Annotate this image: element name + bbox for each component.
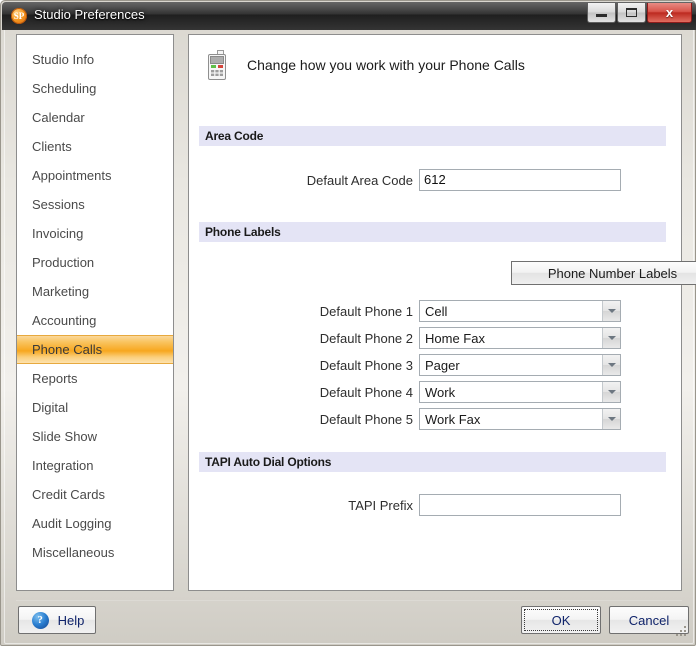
preferences-category-list: Studio Info Scheduling Calendar Clients Appo…	[16, 34, 174, 591]
chevron-down-glyph	[607, 363, 616, 367]
app-logo-icon: SP	[11, 8, 27, 24]
field-row-default-phone-5: Default Phone 5 Work Fax	[249, 408, 621, 430]
default-phone-1-label: Default Phone 1	[319, 303, 413, 319]
sidebar-item-scheduling[interactable]: Scheduling	[17, 74, 173, 103]
sidebar-item-sessions[interactable]: Sessions	[17, 190, 173, 219]
ok-button[interactable]: OK	[521, 606, 601, 634]
chevron-down-icon[interactable]	[602, 355, 620, 375]
default-phone-3-label: Default Phone 3	[319, 357, 413, 373]
footer-divider	[16, 600, 682, 601]
default-area-code-input[interactable]: 612	[419, 169, 621, 191]
field-row-default-phone-4: Default Phone 4 Work	[249, 381, 621, 403]
ok-button-label: OK	[551, 612, 571, 628]
preferences-content-panel: Change how you work with your Phone Call…	[188, 34, 696, 591]
default-phone-2-value: Home Fax	[425, 330, 485, 346]
window-controls: x	[587, 3, 692, 23]
chevron-down-icon[interactable]	[602, 409, 620, 429]
sidebar-item-invoicing[interactable]: Invoicing	[17, 219, 173, 248]
sidebar-item-miscellaneous[interactable]: Miscellaneous	[17, 538, 173, 567]
maximize-button[interactable]	[617, 3, 646, 23]
dialog-client-area: Studio Info Scheduling Calendar Clients Appo…	[8, 30, 696, 640]
title-bar[interactable]: SP Studio Preferences x	[2, 2, 696, 30]
default-phone-2-label: Default Phone 2	[319, 330, 413, 346]
phone-number-labels-button[interactable]: Phone Number Labels	[511, 261, 696, 285]
default-area-code-label: Default Area Code	[306, 172, 413, 188]
default-phone-2-dropdown[interactable]: Home Fax	[419, 327, 621, 349]
default-phone-3-value: Pager	[425, 357, 460, 373]
tapi-prefix-input[interactable]	[419, 494, 621, 516]
help-button-label: Help	[57, 612, 85, 628]
field-row-default-phone-1: Default Phone 1 Cell	[249, 300, 621, 322]
minimize-icon	[596, 14, 607, 17]
sidebar-item-phone-calls[interactable]: Phone Calls	[17, 335, 173, 364]
sidebar-item-slide-show[interactable]: Slide Show	[17, 422, 173, 451]
chevron-down-glyph	[607, 390, 616, 394]
default-phone-4-label: Default Phone 4	[319, 384, 413, 400]
sidebar-item-credit-cards[interactable]: Credit Cards	[17, 480, 173, 509]
sidebar-item-digital[interactable]: Digital	[17, 393, 173, 422]
section-header-tapi-auto-dial: TAPI Auto Dial Options	[199, 452, 666, 472]
field-row-tapi-prefix: TAPI Prefix	[249, 494, 621, 516]
default-phone-3-dropdown[interactable]: Pager	[419, 354, 621, 376]
field-row-default-phone-2: Default Phone 2 Home Fax	[249, 327, 621, 349]
default-phone-1-dropdown[interactable]: Cell	[419, 300, 621, 322]
sidebar-item-calendar[interactable]: Calendar	[17, 103, 173, 132]
sidebar-item-clients[interactable]: Clients	[17, 132, 173, 161]
sidebar-item-marketing[interactable]: Marketing	[17, 277, 173, 306]
cancel-button-label: Cancel	[628, 612, 670, 628]
minimize-button[interactable]	[587, 3, 616, 23]
chevron-down-glyph	[607, 417, 616, 421]
default-phone-5-label: Default Phone 5	[319, 411, 413, 427]
resize-grip[interactable]	[673, 623, 686, 636]
field-row-default-phone-3: Default Phone 3 Pager	[249, 354, 621, 376]
close-icon: x	[665, 5, 674, 20]
default-phone-1-value: Cell	[425, 303, 448, 319]
help-question-icon: ?	[31, 611, 49, 629]
chevron-down-icon[interactable]	[602, 382, 620, 402]
sidebar-item-accounting[interactable]: Accounting	[17, 306, 173, 335]
chevron-down-icon[interactable]	[602, 328, 620, 348]
sidebar-item-studio-info[interactable]: Studio Info	[17, 45, 173, 74]
default-phone-5-dropdown[interactable]: Work Fax	[419, 408, 621, 430]
nav-list: Studio Info Scheduling Calendar Clients Appo…	[17, 45, 173, 567]
page-header: Change how you work with your Phone Call…	[206, 49, 525, 81]
section-header-area-code: Area Code	[199, 126, 666, 146]
default-phone-5-value: Work Fax	[425, 411, 481, 427]
chevron-down-glyph	[607, 309, 616, 313]
sidebar-item-production[interactable]: Production	[17, 248, 173, 277]
default-phone-4-dropdown[interactable]: Work	[419, 381, 621, 403]
studio-preferences-window: SP Studio Preferences x Studio Info Sched…	[0, 0, 696, 646]
sidebar-item-audit-logging[interactable]: Audit Logging	[17, 509, 173, 538]
window-title: Studio Preferences	[34, 7, 145, 22]
close-button[interactable]: x	[647, 3, 692, 23]
maximize-icon	[626, 8, 637, 17]
mobile-phone-icon	[206, 49, 232, 81]
default-phone-4-value: Work	[425, 384, 456, 400]
sidebar-item-appointments[interactable]: Appointments	[17, 161, 173, 190]
help-button[interactable]: ? Help	[18, 606, 96, 634]
chevron-down-glyph	[607, 336, 616, 340]
sidebar-item-reports[interactable]: Reports	[17, 364, 173, 393]
sidebar-item-integration[interactable]: Integration	[17, 451, 173, 480]
tapi-prefix-label: TAPI Prefix	[348, 497, 413, 513]
chevron-down-icon[interactable]	[602, 301, 620, 321]
section-header-phone-labels: Phone Labels	[199, 222, 666, 242]
field-row-default-area-code: Default Area Code 612	[249, 169, 621, 191]
page-title: Change how you work with your Phone Call…	[247, 57, 525, 73]
